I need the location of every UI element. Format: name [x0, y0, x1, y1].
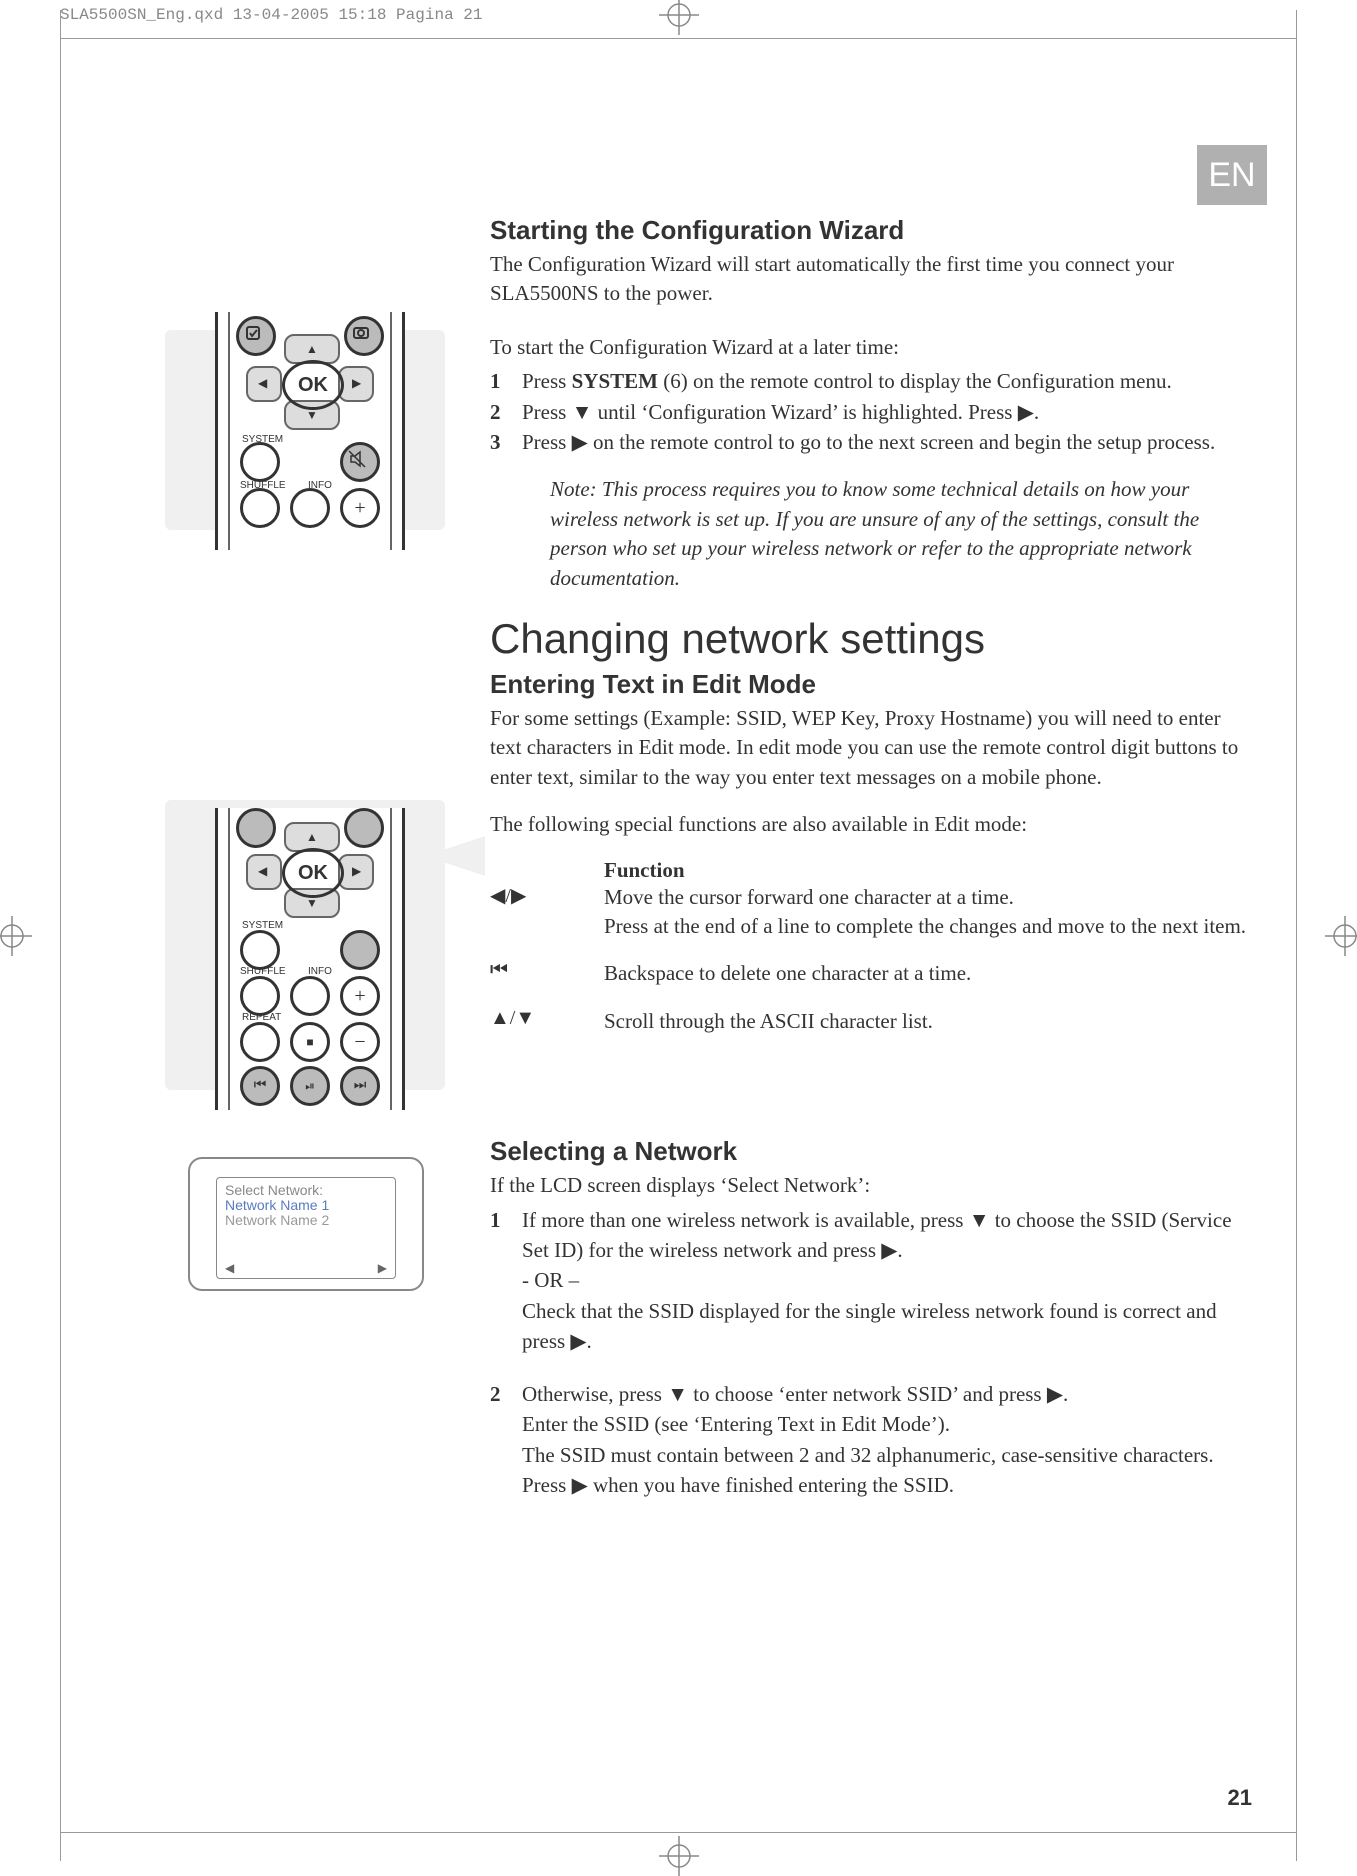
step-1: 1 If more than one wireless network is a… [490, 1205, 1257, 1357]
func-symbol: ▲/▼ [490, 1007, 586, 1036]
section3-lead: If the LCD screen displays ‘Select Netwo… [490, 1171, 1257, 1200]
ok-button: OK [282, 360, 344, 410]
mute-button-icon [340, 442, 380, 482]
lcd-line1: Network Name 1 [225, 1198, 387, 1213]
section3-heading: Selecting a Network [490, 1136, 1257, 1167]
remote-dpad: ▲ ▼ ◀ ▶ OK [240, 820, 380, 920]
plus-button-icon: + [340, 976, 380, 1016]
lcd-illustration: Select Network: Network Name 1 Network N… [165, 1140, 447, 1312]
info-button-icon [290, 976, 330, 1016]
section2-lead: The following special functions are also… [490, 810, 1257, 839]
func-symbol: ◀/▶ [490, 883, 586, 942]
minus-button-icon: − [340, 1022, 380, 1062]
section1-note: Note: This process requires you to know … [550, 475, 1257, 593]
language-tab: EN [1197, 145, 1267, 205]
section1-heading: Starting the Configuration Wizard [490, 215, 1257, 246]
crop-mark-icon [0, 916, 32, 956]
func-desc: Scroll through the ASCII character list. [604, 1007, 1257, 1036]
section1-lead: To start the Configuration Wizard at a l… [490, 333, 1257, 362]
func-desc: Backspace to delete one character at a t… [604, 959, 1257, 988]
section2-intro: For some settings (Example: SSID, WEP Ke… [490, 704, 1257, 792]
remote-illustration-1: ▲ ▼ ◀ ▶ OK SYSTEM SHUFFLE INFO + [165, 330, 445, 530]
page-number: 21 [1228, 1785, 1252, 1811]
body-text: Starting the Configuration Wizard The Co… [490, 215, 1257, 1501]
crop-mark-icon [1325, 916, 1357, 956]
ok-button: OK [282, 848, 344, 898]
prev-button-icon: ⏮ [240, 1066, 280, 1106]
callout-pointer-icon [425, 836, 485, 876]
func-symbol: ⏮ [490, 959, 586, 988]
remote-dpad: ▲ ▼ ◀ ▶ OK [240, 332, 380, 432]
section2-sub-heading: Entering Text in Edit Mode [490, 669, 1257, 700]
step-2: 2 Press ▼ until ‘Configuration Wizard’ i… [490, 397, 1257, 427]
remote-illustration-2: ▲ ▼ ◀ ▶ OK SYSTEM SHUFFLE INFO + REPEAT … [165, 800, 445, 1090]
mute-button-icon [340, 930, 380, 970]
plus-button-icon: + [340, 488, 380, 528]
info-button-icon [290, 488, 330, 528]
system-button-icon [240, 930, 280, 970]
manual-page: SLA5500SN_Eng.qxd 13-04-2005 15:18 Pagin… [0, 0, 1357, 1871]
shuffle-button-icon [240, 976, 280, 1016]
step-3: 3 Press ▶ on the remote control to go to… [490, 427, 1257, 457]
print-header: SLA5500SN_Eng.qxd 13-04-2005 15:18 Pagin… [60, 6, 482, 24]
system-button-icon [240, 442, 280, 482]
repeat-button-icon [240, 1022, 280, 1062]
crop-mark-icon [659, 1836, 699, 1876]
lcd-nav-arrows: ◀▶ [225, 1261, 387, 1276]
step-1: 1 Press SYSTEM (6) on the remote control… [490, 366, 1257, 396]
stop-button-icon: ■ [290, 1022, 330, 1062]
section2-main-heading: Changing network settings [490, 615, 1257, 663]
next-button-icon: ⏭ [340, 1066, 380, 1106]
func-desc: Move the cursor forward one character at… [604, 883, 1257, 942]
section1-intro: The Configuration Wizard will start auto… [490, 250, 1257, 309]
lcd-title: Select Network: [225, 1182, 387, 1198]
crop-mark-icon [659, 0, 699, 35]
step-2: 2 Otherwise, press ▼ to choose ‘enter ne… [490, 1379, 1257, 1501]
playpause-button-icon: ⏯ [290, 1066, 330, 1106]
function-header: Function [604, 858, 1257, 883]
function-table: Function ◀/▶ Move the cursor forward one… [490, 858, 1257, 1037]
shuffle-button-icon [240, 488, 280, 528]
lcd-line2: Network Name 2 [225, 1213, 387, 1228]
